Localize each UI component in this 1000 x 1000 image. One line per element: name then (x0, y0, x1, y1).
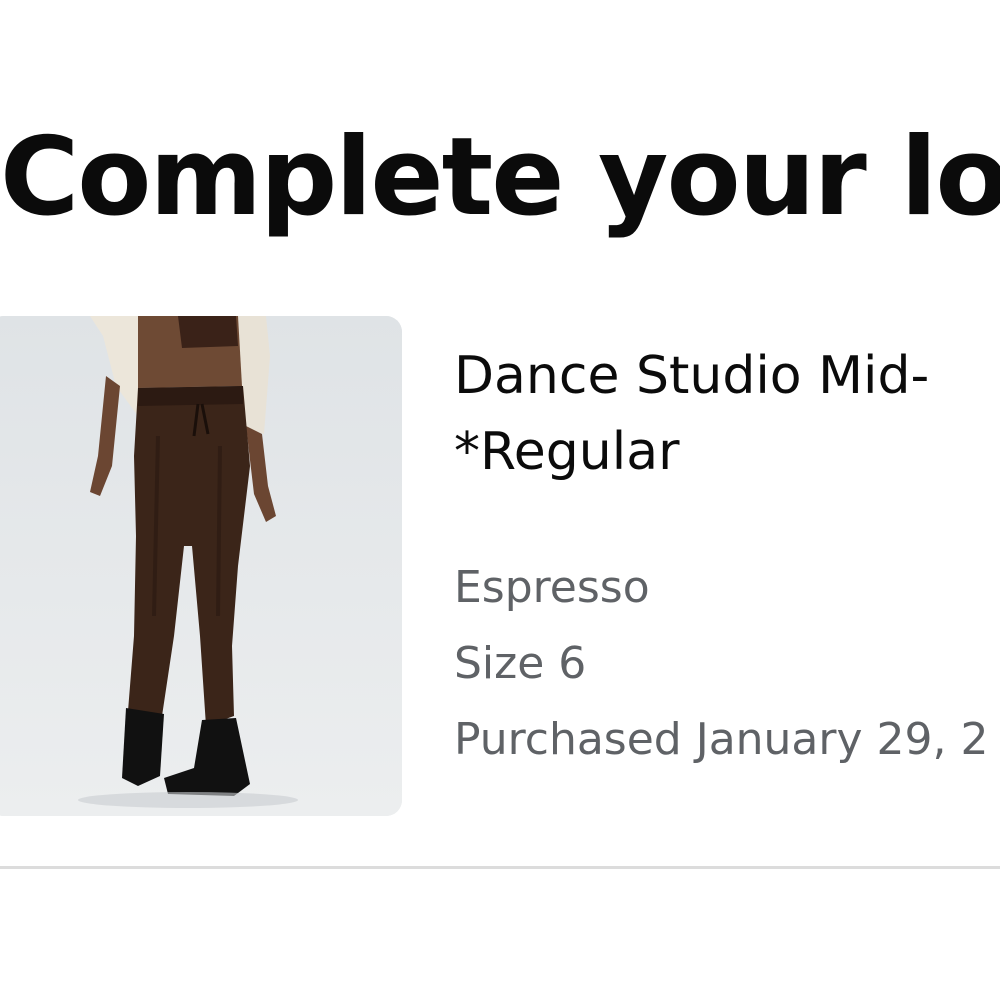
product-color: Espresso (454, 562, 650, 613)
product-card[interactable]: Dance Studio Mid- *Regular Espresso Size… (0, 316, 1000, 818)
page-title: Complete your loo (0, 115, 1000, 240)
product-name[interactable]: Dance Studio Mid- *Regular (454, 338, 1000, 490)
product-name-line1: Dance Studio Mid- (454, 346, 930, 406)
section-divider (0, 866, 1000, 869)
page: Complete your loo Dance Studio Mid- *Reg… (0, 0, 1000, 1000)
product-image[interactable] (0, 316, 402, 816)
product-name-line2: *Regular (454, 422, 680, 482)
product-size: Size 6 (454, 638, 587, 689)
purchase-date: Purchased January 29, 2 (454, 714, 989, 765)
